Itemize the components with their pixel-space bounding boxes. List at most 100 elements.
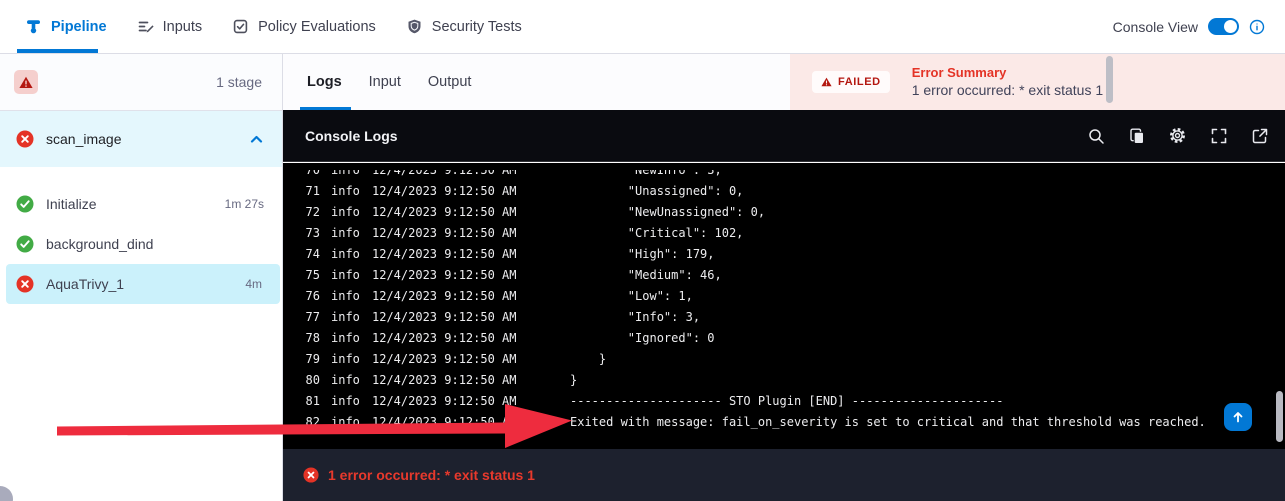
error-circle-icon (16, 130, 34, 148)
step-row-aquatrivy-1[interactable]: AquaTrivy_1 4m (6, 264, 280, 304)
console-view-toggle[interactable] (1208, 18, 1239, 35)
log-message: "NewUnassigned": 0, (570, 202, 765, 223)
copy-icon[interactable] (1127, 126, 1146, 145)
log-line: 71info12/4/2023 9:12:50 AM "Unassigned":… (283, 181, 1285, 202)
log-level: info (331, 412, 361, 433)
log-line: 70 info 12/4/2023 9:12:50 AM "NewInfo": 3, (283, 170, 1285, 181)
log-message: Exited with message: fail_on_severity is… (570, 412, 1206, 433)
log-timestamp: 12/4/2023 9:12:50 AM (372, 286, 521, 307)
log-message: "Low": 1, (570, 286, 693, 307)
step-name: background_dind (46, 236, 153, 252)
log-timestamp: 12/4/2023 9:12:50 AM (372, 307, 521, 328)
policy-evaluations-icon (232, 18, 249, 35)
scroll-to-top-button[interactable] (1224, 403, 1252, 431)
nav-tab-policy-evaluations[interactable]: Policy Evaluations (232, 0, 376, 53)
log-message: "NewInfo": 3, (570, 170, 722, 181)
check-circle-icon (16, 235, 34, 253)
tab-output[interactable]: Output (428, 54, 472, 110)
log-line: 74info12/4/2023 9:12:50 AM "High": 179, (283, 244, 1285, 265)
failed-badge-label: FAILED (838, 76, 881, 88)
log-timestamp: 12/4/2023 9:12:50 AM (372, 265, 521, 286)
chevron-up-icon[interactable] (249, 132, 264, 147)
log-scrollbar-thumb[interactable] (1276, 391, 1283, 442)
log-line: 80info12/4/2023 9:12:50 AM} (283, 370, 1285, 391)
security-tests-icon (406, 18, 423, 35)
log-line-number: 74 (303, 244, 320, 265)
check-circle-icon (16, 195, 34, 213)
nav-tab-pipeline[interactable]: Pipeline (25, 0, 107, 53)
log-level: info (331, 244, 361, 265)
log-line-number: 71 (303, 181, 320, 202)
log-line-number: 70 (303, 170, 320, 181)
log-level: info (331, 391, 361, 412)
log-clip: 70 info 12/4/2023 9:12:50 AM "NewInfo": 3,… (283, 170, 1285, 449)
log-timestamp: 12/4/2023 9:12:50 AM (372, 349, 521, 370)
log-timestamp: 12/4/2023 9:12:50 AM (372, 412, 521, 433)
log-level: info (331, 202, 361, 223)
step-row-background-dind[interactable]: background_dind (0, 224, 282, 264)
log-message: "Info": 3, (570, 307, 700, 328)
settings-icon[interactable] (1168, 126, 1187, 145)
fullscreen-icon[interactable] (1209, 126, 1228, 145)
corner-avatar-partial (0, 486, 13, 501)
step-duration: 4m (245, 277, 262, 291)
nav-tab-security-tests[interactable]: Security Tests (406, 0, 522, 53)
tab-input[interactable]: Input (369, 54, 401, 110)
stage-count-label: 1 stage (216, 74, 262, 90)
log-line: 81info12/4/2023 9:12:50 AM--------------… (283, 391, 1285, 412)
nav-tab-label: Security Tests (432, 19, 522, 35)
step-row-initialize[interactable]: Initialize1m 27s (0, 184, 282, 224)
info-icon[interactable] (1249, 19, 1265, 35)
stage-name: scan_image (46, 131, 122, 147)
log-lines: 70 info 12/4/2023 9:12:50 AM "NewInfo": 3,… (283, 170, 1285, 433)
console-log-viewer: 70 info 12/4/2023 9:12:50 AM "NewInfo": 3,… (283, 163, 1285, 449)
log-line: 78info12/4/2023 9:12:50 AM "Ignored": 0 (283, 328, 1285, 349)
step-name: AquaTrivy_1 (46, 276, 124, 292)
warning-triangle-icon (821, 77, 832, 87)
log-level: info (331, 223, 361, 244)
log-level: info (331, 349, 361, 370)
log-line-number: 82 (303, 412, 320, 433)
log-line-number: 79 (303, 349, 320, 370)
nav-tabs: Pipeline Inputs Policy Evaluations Security… (0, 0, 522, 53)
log-message: "Critical": 102, (570, 223, 743, 244)
pipeline-icon (25, 18, 42, 35)
footer-error-bar: 1 error occurred: * exit status 1 (283, 449, 1285, 501)
failed-badge: FAILED (812, 71, 890, 93)
log-line-number: 73 (303, 223, 320, 244)
log-message: "Unassigned": 0, (570, 181, 743, 202)
stage-row-scan-image[interactable]: scan_image (0, 111, 282, 167)
log-timestamp: 12/4/2023 9:12:50 AM (372, 328, 521, 349)
open-in-new-icon[interactable] (1250, 126, 1269, 145)
error-summary-scrollbar[interactable] (1106, 56, 1113, 103)
tab-logs[interactable]: Logs (307, 54, 342, 110)
log-level: info (331, 286, 361, 307)
log-line: 72info12/4/2023 9:12:50 AM "NewUnassigne… (283, 202, 1285, 223)
log-line-number: 81 (303, 391, 320, 412)
log-level: info (331, 265, 361, 286)
console-view-control: Console View (1113, 0, 1285, 53)
log-line: 76info12/4/2023 9:12:50 AM "Low": 1, (283, 286, 1285, 307)
step-duration: 1m 27s (225, 197, 264, 211)
inputs-icon (137, 18, 154, 35)
log-level: info (331, 170, 361, 181)
error-summary-texts: Error Summary 1 error occurred: * exit s… (912, 64, 1103, 100)
log-timestamp: 12/4/2023 9:12:50 AM (372, 244, 521, 265)
search-icon[interactable] (1086, 126, 1105, 145)
log-timestamp: 12/4/2023 9:12:50 AM (372, 170, 521, 181)
log-line: 75info12/4/2023 9:12:50 AM "Medium": 46, (283, 265, 1285, 286)
console-toolbar (1086, 126, 1269, 145)
console-view-label: Console View (1113, 19, 1198, 35)
toggle-knob (1224, 20, 1237, 33)
error-summary-message: 1 error occurred: * exit status 1 (912, 81, 1103, 100)
step-list: Initialize1m 27s background_dind AquaTrivy… (0, 167, 282, 304)
log-line-number: 72 (303, 202, 320, 223)
footer-error-text: 1 error occurred: * exit status 1 (328, 467, 535, 483)
log-timestamp: 12/4/2023 9:12:50 AM (372, 391, 521, 412)
log-message: } (570, 370, 577, 391)
nav-tab-label: Pipeline (51, 19, 107, 35)
log-line: 73info12/4/2023 9:12:50 AM "Critical": 1… (283, 223, 1285, 244)
top-navigation: Pipeline Inputs Policy Evaluations Security… (0, 0, 1285, 54)
error-circle-icon (16, 275, 34, 293)
nav-tab-inputs[interactable]: Inputs (137, 0, 203, 53)
